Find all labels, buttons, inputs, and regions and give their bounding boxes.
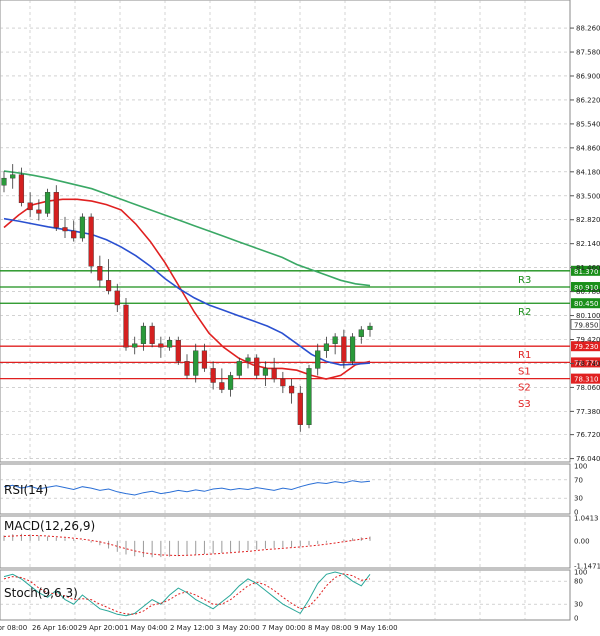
candle-body: [341, 336, 347, 362]
candle-body: [44, 192, 51, 214]
macd-title: MACD(12,26,9): [4, 519, 95, 533]
candle-body: [1, 177, 7, 186]
candle-body: [53, 192, 59, 228]
candle-body: [254, 357, 260, 376]
rsi-tick-label: 70: [574, 476, 583, 484]
y-tick-label: 77.380: [576, 408, 600, 416]
price-panel: [0, 0, 571, 463]
y-tick-label: 79.420: [576, 336, 600, 344]
x-tick-label: 3 May 20:00: [216, 624, 260, 632]
y-tick-label: 81.460: [576, 264, 600, 272]
candle-body: [306, 368, 312, 425]
macd-tick-label: 1.0413: [574, 515, 599, 523]
candle-body: [158, 343, 164, 348]
candle-body: [280, 378, 286, 387]
stoch-tick-label: 80: [574, 578, 583, 586]
level-price-label: 79.230: [574, 343, 599, 351]
candle-body: [97, 266, 103, 281]
rsi-title: RSI(14): [4, 483, 48, 497]
candle-body: [149, 325, 155, 344]
macd-tick-label: 0.00: [574, 537, 590, 545]
candle-body: [367, 325, 373, 330]
y-tick-label: 86.220: [576, 96, 600, 104]
candle-body: [358, 329, 364, 337]
candle-body: [18, 174, 25, 204]
candle-body: [323, 343, 330, 351]
candle-body: [36, 209, 42, 214]
level-name-r2: R2: [518, 307, 531, 318]
level-name-s2: S2: [518, 383, 531, 394]
stoch-tick-label: 0: [574, 615, 578, 623]
y-tick-label: 88.260: [576, 25, 600, 33]
current-price-label: 79.850: [574, 321, 599, 329]
level-name-s3: S3: [518, 399, 531, 410]
candle-body: [288, 385, 295, 394]
candle-body: [219, 382, 225, 390]
y-tick-label: 86.900: [576, 72, 600, 80]
y-tick-label: 87.580: [576, 49, 600, 57]
candle-body: [184, 361, 190, 376]
x-tick-label: 7 May 00:00: [262, 624, 306, 632]
y-tick-label: 78.060: [576, 384, 600, 392]
candle-body: [227, 375, 234, 390]
y-tick-label: 76.720: [576, 431, 600, 439]
candle-body: [201, 350, 208, 369]
candle-body: [236, 361, 242, 376]
candle-body: [79, 216, 86, 239]
stoch-tick-label: 100: [574, 569, 587, 577]
candle-body: [193, 350, 199, 376]
level-name-r3: R3: [518, 275, 531, 286]
y-tick-label: 78.740: [576, 360, 600, 368]
stoch-tick-label: 30: [574, 601, 583, 609]
candle-body: [332, 336, 338, 344]
x-tick-label: 26 Apr 16:00: [32, 624, 78, 632]
candle-body: [62, 227, 68, 232]
candle-body: [262, 368, 269, 376]
y-tick-label: 84.180: [576, 168, 600, 176]
x-tick-label: 2 May 12:00: [170, 624, 214, 632]
y-tick-label: 82.820: [576, 216, 600, 224]
stoch-panel: [0, 569, 571, 621]
y-tick-label: 80.100: [576, 312, 600, 320]
rsi-panel: [0, 463, 571, 515]
level-price-label: 78.310: [574, 376, 599, 384]
y-tick-label: 80.780: [576, 288, 600, 296]
candle-body: [123, 304, 129, 348]
level-name-r1: R1: [518, 350, 531, 361]
y-axis: 88.260 87.580 86.900 86.220 85.540 84.860 84.1…: [570, 25, 600, 463]
y-tick-label: 85.540: [576, 120, 600, 128]
candle-body: [175, 340, 181, 362]
x-tick-label: 1 May 04:00: [124, 624, 168, 632]
candle-body: [245, 357, 251, 362]
x-tick-label: 9 May 16:00: [354, 624, 398, 632]
y-tick-label: 82.140: [576, 240, 600, 248]
candle-body: [297, 392, 303, 425]
rsi-tick-label: 30: [574, 495, 583, 503]
y-tick-label: 84.860: [576, 144, 600, 152]
candle-body: [105, 280, 112, 292]
candle-body: [166, 340, 173, 348]
x-axis: 5 Apr 08:00 26 Apr 16:0029 Apr 20:001 May…: [0, 624, 398, 632]
level-name-s1: S1: [518, 366, 531, 377]
candle-body: [140, 325, 147, 344]
rsi-tick-label: 100: [574, 463, 587, 471]
x-tick-label: 8 May 08:00: [308, 624, 352, 632]
candle-body: [10, 174, 16, 179]
level-price-label: 80.450: [574, 300, 599, 308]
candle-body: [210, 368, 216, 383]
forex-chart: 81.37080.91080.45079.23078.77078.310R3R2…: [0, 0, 600, 632]
candle-body: [349, 336, 356, 362]
candle-body: [27, 202, 33, 211]
candle-body: [114, 290, 120, 306]
candle-body: [88, 216, 94, 267]
x-tick-label: 5 Apr 08:00: [0, 624, 27, 632]
stoch-title: Stoch(9,6,3): [4, 586, 78, 600]
candle-body: [271, 368, 277, 380]
candle-body: [315, 350, 321, 369]
candle-body: [71, 230, 77, 239]
x-tick-label: 29 Apr 20:00: [78, 624, 124, 632]
y-tick-label: 83.500: [576, 192, 600, 200]
candle-body: [132, 343, 138, 348]
y-tick-label: 76.040: [576, 455, 600, 463]
